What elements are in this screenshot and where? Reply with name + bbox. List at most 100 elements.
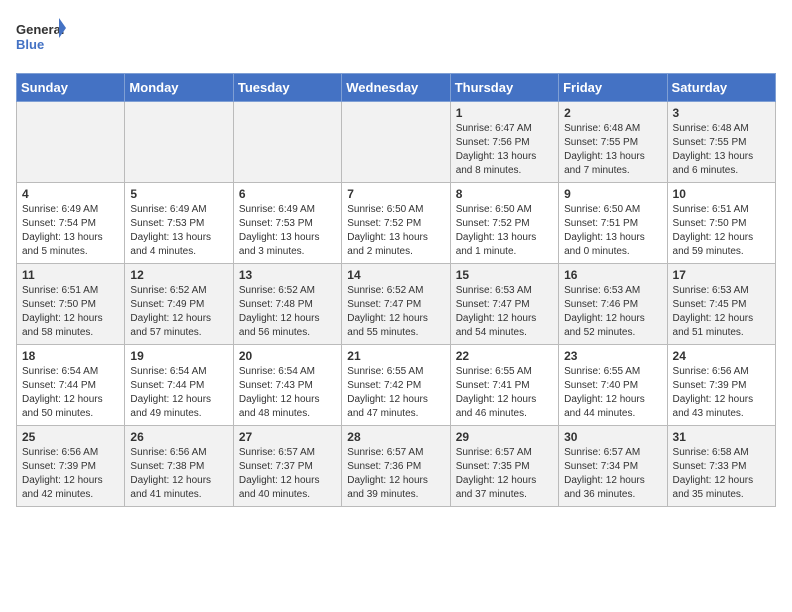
svg-text:Blue: Blue [16, 37, 44, 52]
calendar-cell: 28Sunrise: 6:57 AM Sunset: 7:36 PM Dayli… [342, 426, 450, 507]
calendar-cell: 3Sunrise: 6:48 AM Sunset: 7:55 PM Daylig… [667, 102, 775, 183]
day-number: 20 [239, 349, 336, 363]
calendar-cell: 14Sunrise: 6:52 AM Sunset: 7:47 PM Dayli… [342, 264, 450, 345]
svg-text:General: General [16, 22, 64, 37]
calendar-cell: 11 Sunrise: 6:51 AM Sunset: 7:50 PM Dayli… [17, 264, 125, 345]
calendar-week-row: 25 Sunrise: 6:56 AM Sunset: 7:39 PM Dayli… [17, 426, 776, 507]
calendar-week-row: 1 Sunrise: 6:47 AM Sunset: 7:56 PM Daylig… [17, 102, 776, 183]
calendar-cell: 12 Sunrise: 6:52 AM Sunset: 7:49 PM Dayli… [125, 264, 233, 345]
calendar-cell: 25 Sunrise: 6:56 AM Sunset: 7:39 PM Dayli… [17, 426, 125, 507]
calendar-cell: 22 Sunrise: 6:55 AM Sunset: 7:41 PM Dayli… [450, 345, 558, 426]
day-number: 13 [239, 268, 336, 282]
calendar-cell: 13 Sunrise: 6:52 AM Sunset: 7:48 PM Dayli… [233, 264, 341, 345]
cell-content: Sunrise: 6:50 AM Sunset: 7:52 PM Dayligh… [347, 203, 444, 259]
calendar-week-row: 11 Sunrise: 6:51 AM Sunset: 7:50 PM Dayli… [17, 264, 776, 345]
header-wednesday: Wednesday [342, 74, 450, 102]
day-number: 6 [239, 187, 336, 201]
calendar-cell: 31 Sunrise: 6:58 AM Sunset: 7:33 PM Dayli… [667, 426, 775, 507]
day-number: 1 [456, 106, 553, 120]
day-number: 29 [456, 430, 553, 444]
cell-content: Sunrise: 6:55 AM Sunset: 7:41 PM Dayligh… [456, 365, 553, 421]
day-number: 24 [673, 349, 770, 363]
calendar-cell [233, 102, 341, 183]
header-tuesday: Tuesday [233, 74, 341, 102]
calendar-cell: 8 Sunrise: 6:50 AM Sunset: 7:52 PM Daylig… [450, 183, 558, 264]
calendar-cell: 17Sunrise: 6:53 AM Sunset: 7:45 PM Dayli… [667, 264, 775, 345]
cell-content: Sunrise: 6:54 AM Sunset: 7:44 PM Dayligh… [22, 365, 119, 421]
cell-content: Sunrise: 6:56 AM Sunset: 7:39 PM Dayligh… [22, 446, 119, 502]
day-number: 4 [22, 187, 119, 201]
cell-content: Sunrise: 6:51 AM Sunset: 7:50 PM Dayligh… [22, 284, 119, 340]
day-number: 7 [347, 187, 444, 201]
header-sunday: Sunday [17, 74, 125, 102]
day-number: 31 [673, 430, 770, 444]
day-number: 9 [564, 187, 661, 201]
page-header: General Blue [16, 16, 776, 61]
cell-content: Sunrise: 6:55 AM Sunset: 7:40 PM Dayligh… [564, 365, 661, 421]
calendar-cell: 15 Sunrise: 6:53 AM Sunset: 7:47 PM Dayli… [450, 264, 558, 345]
cell-content: Sunrise: 6:54 AM Sunset: 7:44 PM Dayligh… [130, 365, 227, 421]
calendar-cell: 19 Sunrise: 6:54 AM Sunset: 7:44 PM Dayli… [125, 345, 233, 426]
cell-content: Sunrise: 6:49 AM Sunset: 7:53 PM Dayligh… [130, 203, 227, 259]
calendar-cell: 10 Sunrise: 6:51 AM Sunset: 7:50 PM Dayli… [667, 183, 775, 264]
cell-content: Sunrise: 6:50 AM Sunset: 7:51 PM Dayligh… [564, 203, 661, 259]
cell-content: Sunrise: 6:53 AM Sunset: 7:45 PM Dayligh… [673, 284, 770, 340]
cell-content: Sunrise: 6:56 AM Sunset: 7:38 PM Dayligh… [130, 446, 227, 502]
calendar-header-row: SundayMondayTuesdayWednesdayThursdayFrid… [17, 74, 776, 102]
day-number: 22 [456, 349, 553, 363]
calendar-cell: 16Sunrise: 6:53 AM Sunset: 7:46 PM Dayli… [559, 264, 667, 345]
cell-content: Sunrise: 6:52 AM Sunset: 7:49 PM Dayligh… [130, 284, 227, 340]
cell-content: Sunrise: 6:57 AM Sunset: 7:34 PM Dayligh… [564, 446, 661, 502]
calendar-cell: 20 Sunrise: 6:54 AM Sunset: 7:43 PM Dayli… [233, 345, 341, 426]
cell-content: Sunrise: 6:57 AM Sunset: 7:35 PM Dayligh… [456, 446, 553, 502]
day-number: 12 [130, 268, 227, 282]
cell-content: Sunrise: 6:53 AM Sunset: 7:46 PM Dayligh… [564, 284, 661, 340]
header-saturday: Saturday [667, 74, 775, 102]
calendar-cell: 6 Sunrise: 6:49 AM Sunset: 7:53 PM Daylig… [233, 183, 341, 264]
day-number: 2 [564, 106, 661, 120]
calendar-week-row: 4Sunrise: 6:49 AM Sunset: 7:54 PM Daylig… [17, 183, 776, 264]
calendar-cell: 30Sunrise: 6:57 AM Sunset: 7:34 PM Dayli… [559, 426, 667, 507]
cell-content: Sunrise: 6:48 AM Sunset: 7:55 PM Dayligh… [673, 122, 770, 178]
calendar-cell: 1 Sunrise: 6:47 AM Sunset: 7:56 PM Daylig… [450, 102, 558, 183]
calendar-cell: 18 Sunrise: 6:54 AM Sunset: 7:44 PM Dayli… [17, 345, 125, 426]
day-number: 23 [564, 349, 661, 363]
day-number: 28 [347, 430, 444, 444]
day-number: 19 [130, 349, 227, 363]
day-number: 26 [130, 430, 227, 444]
calendar-table: SundayMondayTuesdayWednesdayThursdayFrid… [16, 73, 776, 507]
calendar-cell: 24 Sunrise: 6:56 AM Sunset: 7:39 PM Dayli… [667, 345, 775, 426]
header-monday: Monday [125, 74, 233, 102]
header-friday: Friday [559, 74, 667, 102]
day-number: 18 [22, 349, 119, 363]
cell-content: Sunrise: 6:51 AM Sunset: 7:50 PM Dayligh… [673, 203, 770, 259]
calendar-cell [125, 102, 233, 183]
cell-content: Sunrise: 6:50 AM Sunset: 7:52 PM Dayligh… [456, 203, 553, 259]
logo: General Blue [16, 16, 66, 61]
calendar-cell [17, 102, 125, 183]
calendar-cell: 29 Sunrise: 6:57 AM Sunset: 7:35 PM Dayli… [450, 426, 558, 507]
cell-content: Sunrise: 6:54 AM Sunset: 7:43 PM Dayligh… [239, 365, 336, 421]
cell-content: Sunrise: 6:47 AM Sunset: 7:56 PM Dayligh… [456, 122, 553, 178]
day-number: 21 [347, 349, 444, 363]
cell-content: Sunrise: 6:58 AM Sunset: 7:33 PM Dayligh… [673, 446, 770, 502]
day-number: 27 [239, 430, 336, 444]
day-number: 25 [22, 430, 119, 444]
day-number: 15 [456, 268, 553, 282]
calendar-cell: 2 Sunrise: 6:48 AM Sunset: 7:55 PM Daylig… [559, 102, 667, 183]
calendar-cell: 21Sunrise: 6:55 AM Sunset: 7:42 PM Dayli… [342, 345, 450, 426]
day-number: 8 [456, 187, 553, 201]
cell-content: Sunrise: 6:49 AM Sunset: 7:53 PM Dayligh… [239, 203, 336, 259]
cell-content: Sunrise: 6:56 AM Sunset: 7:39 PM Dayligh… [673, 365, 770, 421]
calendar-cell: 4Sunrise: 6:49 AM Sunset: 7:54 PM Daylig… [17, 183, 125, 264]
day-number: 11 [22, 268, 119, 282]
cell-content: Sunrise: 6:48 AM Sunset: 7:55 PM Dayligh… [564, 122, 661, 178]
calendar-cell: 7 Sunrise: 6:50 AM Sunset: 7:52 PM Daylig… [342, 183, 450, 264]
day-number: 5 [130, 187, 227, 201]
cell-content: Sunrise: 6:52 AM Sunset: 7:48 PM Dayligh… [239, 284, 336, 340]
calendar-cell: 23 Sunrise: 6:55 AM Sunset: 7:40 PM Dayli… [559, 345, 667, 426]
logo-svg: General Blue [16, 16, 66, 61]
cell-content: Sunrise: 6:57 AM Sunset: 7:37 PM Dayligh… [239, 446, 336, 502]
cell-content: Sunrise: 6:53 AM Sunset: 7:47 PM Dayligh… [456, 284, 553, 340]
day-number: 10 [673, 187, 770, 201]
